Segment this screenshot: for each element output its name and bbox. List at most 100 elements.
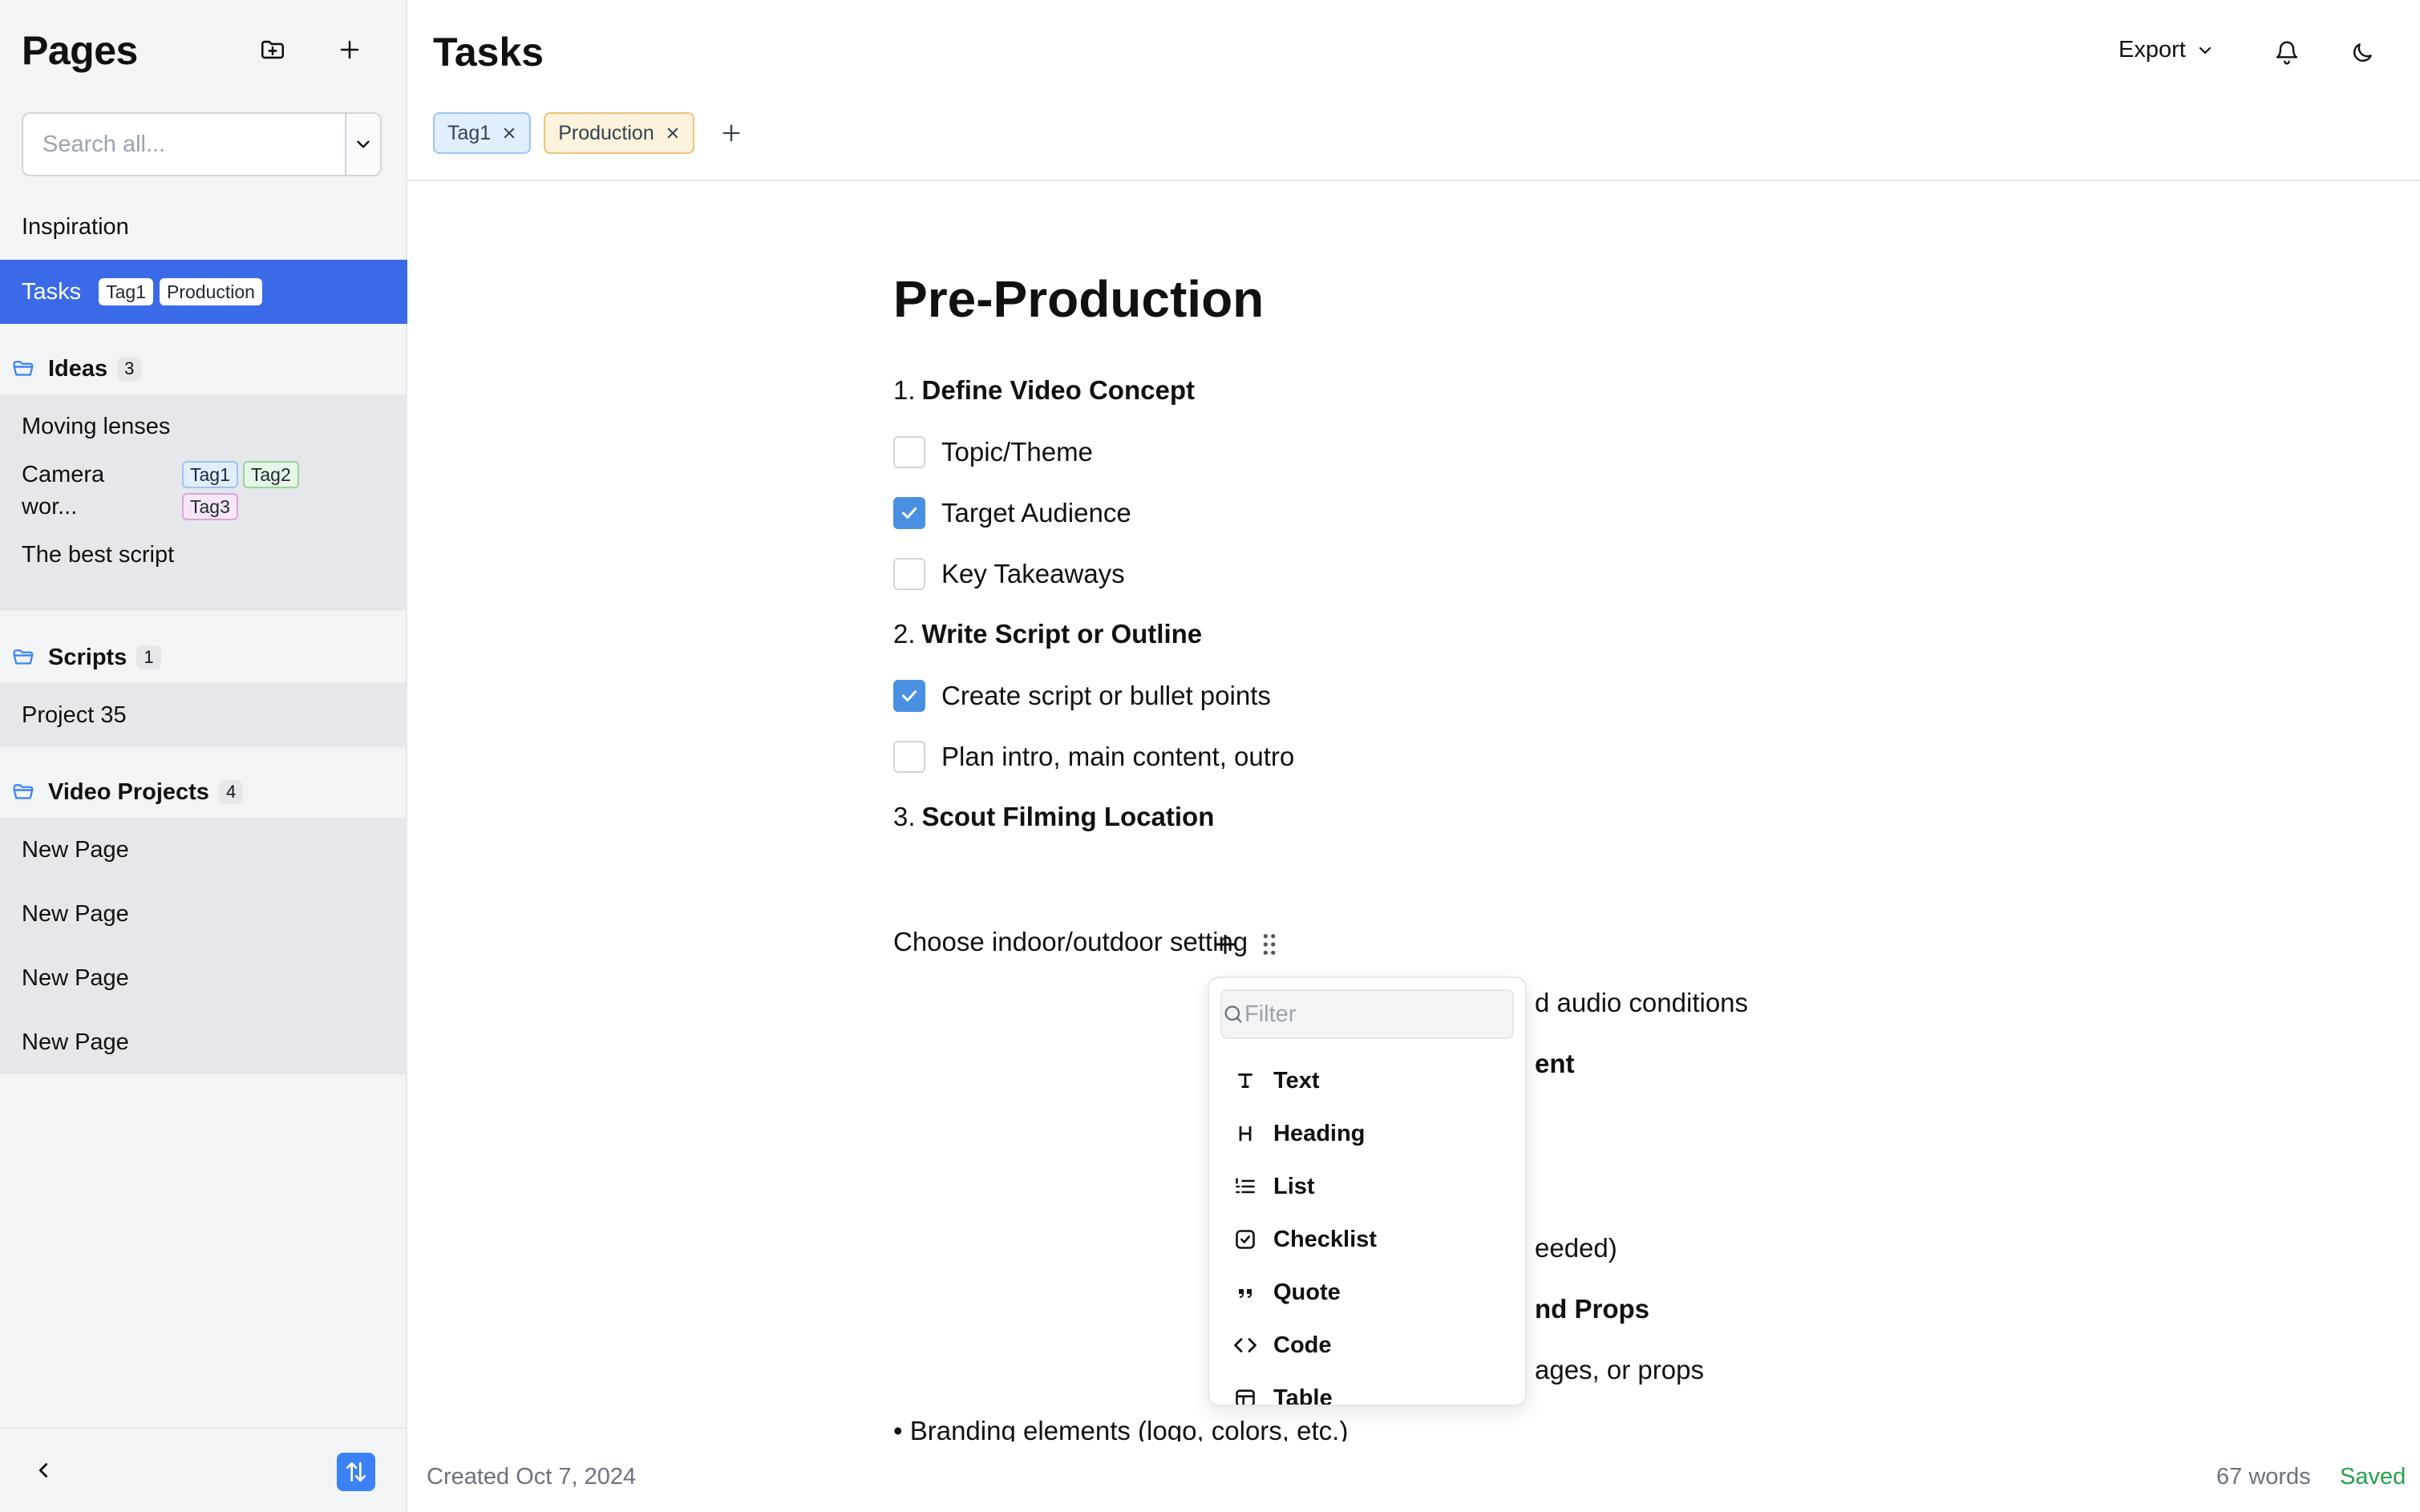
- bell-icon: [2276, 41, 2298, 65]
- menu-item-label: Quote: [1273, 1279, 1341, 1305]
- paragraph-text: • Branding elements (logo, colors, etc.): [893, 1416, 1349, 1441]
- remove-tag-button[interactable]: [502, 126, 516, 140]
- menu-item-checklist[interactable]: Checklist: [1209, 1215, 1525, 1263]
- checklist-item: Target Audience: [893, 497, 1131, 529]
- tag-badge: Tag3: [182, 493, 238, 520]
- checkbox[interactable]: [893, 436, 925, 468]
- list-heading-text: Write Script or Outline: [921, 619, 1203, 649]
- checkbox[interactable]: [893, 741, 925, 773]
- sidebar-item-new-page[interactable]: New Page: [0, 946, 407, 1010]
- checklist-item-text: Key Takeaways: [941, 559, 1125, 588]
- checkbox[interactable]: [893, 497, 925, 529]
- sidebar-item-new-page[interactable]: New Page: [0, 882, 407, 946]
- sidebar-item-new-page[interactable]: New Page: [0, 1010, 407, 1074]
- paragraph-line: eeded): [1535, 1233, 1617, 1263]
- main-content: Tasks Export Tag1 Production Pre-Product…: [407, 0, 2420, 1512]
- sidebar-item-the-best-script[interactable]: The best script: [0, 523, 407, 611]
- created-date: Created Oct 7, 2024: [427, 1464, 637, 1490]
- document-heading: Pre-Production: [893, 270, 1265, 328]
- sidebar-item-camera-work[interactable]: Camera wor... Tag1 Tag2 Tag3: [0, 459, 407, 523]
- tag-badge: Production: [160, 278, 262, 305]
- menu-filter-input[interactable]: [1244, 1001, 1525, 1028]
- sidebar-item-label: Tasks: [22, 278, 82, 305]
- paragraph-line: nd Props: [1535, 1294, 1649, 1324]
- quote-icon: [1233, 1280, 1257, 1304]
- notifications-button[interactable]: [2271, 37, 2303, 69]
- sidebar-item-tasks[interactable]: Tasks Tag1 Production: [0, 260, 407, 324]
- tag-badge: Tag1: [182, 461, 238, 488]
- sidebar-item-new-page[interactable]: New Page: [0, 818, 407, 882]
- list-number: 1.: [893, 375, 916, 405]
- sidebar-item-moving-lenses[interactable]: Moving lenses: [0, 394, 407, 459]
- plus-icon: [1215, 934, 1236, 955]
- sidebar-item-project-35[interactable]: Project 35: [0, 683, 407, 747]
- menu-item-table[interactable]: Table: [1209, 1374, 1525, 1406]
- sidebar-item-label: Moving lenses: [22, 413, 171, 439]
- add-tag-button[interactable]: [714, 115, 749, 151]
- folder-icon: [13, 784, 34, 799]
- folder-name: Video Projects: [48, 778, 209, 805]
- menu-item-list[interactable]: List: [1209, 1162, 1525, 1211]
- menu-item-heading[interactable]: Heading: [1209, 1110, 1525, 1158]
- menu-item-label: Table: [1273, 1385, 1333, 1406]
- page-tag: Production: [544, 112, 694, 154]
- paragraph-text: eeded): [1535, 1233, 1617, 1263]
- remove-tag-button[interactable]: [666, 126, 680, 140]
- menu-item-text[interactable]: Text: [1209, 1057, 1525, 1105]
- search-dropdown-button[interactable]: [345, 114, 380, 175]
- close-icon: [667, 127, 678, 139]
- menu-item-label: List: [1273, 1173, 1315, 1199]
- tag-badge: Tag1: [99, 278, 154, 305]
- new-folder-button[interactable]: [255, 32, 290, 67]
- menu-filter: [1220, 989, 1525, 1039]
- header-divider: [407, 180, 2420, 181]
- chevron-down-icon: [2199, 46, 2211, 54]
- folder-name: Ideas: [48, 355, 108, 382]
- close-icon: [504, 127, 515, 139]
- menu-item-label: Code: [1273, 1332, 1332, 1358]
- sidebar-title: Pages: [22, 28, 138, 73]
- sidebar-item-label: New Page: [22, 836, 129, 863]
- paragraph-text: ent: [1535, 1049, 1575, 1078]
- folder-scripts[interactable]: Scripts 1: [0, 633, 407, 681]
- collapse-sidebar-button[interactable]: [29, 1456, 58, 1485]
- new-page-button[interactable]: [332, 32, 367, 67]
- add-block-button[interactable]: [1209, 928, 1241, 960]
- tag-badge: Tag2: [242, 461, 299, 488]
- paragraph-line: d audio conditions: [1535, 988, 1748, 1018]
- numbered-heading: 1. Define Video Concept: [893, 375, 1195, 406]
- paragraph-text: Choose indoor/outdoor setting: [893, 927, 1248, 956]
- paragraph-line: ent: [1535, 1049, 1575, 1079]
- checklist-item: Create script or bullet points: [893, 680, 1271, 712]
- sidebar-item-label: New Page: [22, 900, 129, 927]
- heading-icon: [1233, 1122, 1257, 1146]
- sidebar-item-label: Inspiration: [22, 213, 129, 240]
- sidebar-item-label: New Page: [22, 964, 129, 991]
- sort-arrows-icon: [346, 1462, 366, 1482]
- checkbox[interactable]: [893, 680, 925, 712]
- search-icon: [1222, 1003, 1244, 1025]
- menu-item-quote[interactable]: Quote: [1209, 1268, 1525, 1316]
- sidebar-item-label: The best script: [22, 541, 175, 568]
- checkbox[interactable]: [893, 558, 925, 590]
- numbered-heading: 2. Write Script or Outline: [893, 619, 1202, 649]
- moon-icon: [2353, 43, 2372, 62]
- folder-ideas[interactable]: Ideas 3: [0, 345, 407, 393]
- drag-handle[interactable]: [1257, 928, 1281, 960]
- folder-video-projects[interactable]: Video Projects 4: [0, 768, 407, 816]
- export-button[interactable]: Export: [2119, 37, 2215, 63]
- sidebar-item-label: Camera wor...: [22, 462, 105, 519]
- search-input[interactable]: [23, 114, 345, 175]
- sidebar-item-inspiration[interactable]: Inspiration: [0, 205, 407, 249]
- menu-item-code[interactable]: Code: [1209, 1321, 1525, 1369]
- drag-handle-icon: [1263, 934, 1276, 955]
- block-type-menu: Text Heading List Checklist Quote: [1208, 976, 1527, 1406]
- checklist-item-text: Create script or bullet points: [941, 681, 1271, 710]
- theme-toggle-button[interactable]: [2346, 37, 2378, 69]
- page-title: Tasks: [433, 30, 544, 75]
- folder-count: 1: [136, 645, 161, 669]
- checklist-item: Key Takeaways: [893, 558, 1125, 590]
- check-icon: [901, 507, 917, 519]
- sort-button[interactable]: [337, 1453, 375, 1491]
- menu-item-label: Checklist: [1273, 1226, 1377, 1252]
